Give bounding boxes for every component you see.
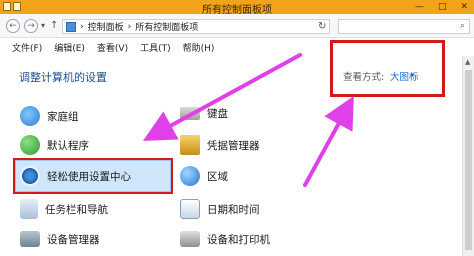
menu-help[interactable]: 帮助(H) [183,41,215,54]
maximize-button[interactable]: □ [438,2,447,12]
item-keyboard[interactable]: 键盘 [180,106,228,121]
homegroup-icon [20,106,40,126]
item-credential-manager[interactable]: 凭据管理器 [180,135,260,155]
item-label: 设备管理器 [47,233,100,246]
item-taskbar-navigation[interactable]: 任务栏和导航 [20,199,108,219]
search-icon: ⌕ [459,21,465,31]
forward-button[interactable]: → [24,19,38,33]
item-label: 日期和时间 [207,203,260,216]
title-bar: 所有控制面板项 — □ ✕ [0,0,474,16]
item-homegroup[interactable]: 家庭组 [20,106,79,126]
scrollbar-thumb[interactable] [465,70,472,250]
address-bar[interactable]: › 控制面板 › 所有控制面板项 [62,19,330,34]
scroll-up-icon[interactable]: ▲ [465,58,470,66]
vertical-scrollbar[interactable]: ▲ [462,56,474,256]
item-devices-printers[interactable]: 设备和打印机 [180,231,270,247]
annotation-box-view-by [330,40,445,97]
window-controls: — □ ✕ [415,2,468,12]
annotation-arrow-to-view-by [303,95,354,187]
item-label: 家庭组 [47,110,79,123]
devices-printers-icon [180,231,200,247]
refresh-button[interactable]: ↻ [318,21,326,32]
item-date-time[interactable]: 日期和时间 [180,199,260,219]
credential-manager-icon [180,135,200,155]
default-programs-icon [20,135,40,155]
menu-edit[interactable]: 编辑(E) [54,41,85,54]
back-button[interactable]: ← [6,19,20,33]
menu-view[interactable]: 查看(V) [97,41,128,54]
item-region[interactable]: 区域 [180,166,228,186]
annotation-box-ease-of-access [13,158,173,194]
item-label: 键盘 [207,108,228,120]
menu-file[interactable]: 文件(F) [12,41,42,54]
keyboard-icon [180,107,200,120]
close-button[interactable]: ✕ [460,2,468,12]
device-manager-icon [20,231,40,247]
breadcrumb-all-items[interactable]: 所有控制面板项 [135,20,198,33]
breadcrumb-control-panel[interactable]: 控制面板 [88,20,124,33]
minimize-button[interactable]: — [415,2,424,12]
search-input[interactable]: ⌕ [338,19,470,34]
taskbar-icon [20,199,38,219]
item-default-programs[interactable]: 默认程序 [20,135,89,155]
region-icon [180,166,200,186]
item-label: 凭据管理器 [207,139,260,152]
item-device-manager[interactable]: 设备管理器 [20,231,100,247]
up-button[interactable]: ↑ [50,20,58,31]
address-row: ← → ▾ ↑ › 控制面板 › 所有控制面板项 ↻ ⌕ [0,14,474,38]
item-label: 区域 [207,170,228,183]
breadcrumb-separator: › [127,21,132,32]
item-label: 设备和打印机 [207,233,270,246]
annotation-arrow-to-item [142,53,302,141]
menu-tools[interactable]: 工具(T) [140,41,171,54]
control-panel-icon [66,21,76,32]
page-title: 调整计算机的设置 [19,71,107,84]
item-label: 任务栏和导航 [45,203,108,216]
item-label: 默认程序 [47,139,89,152]
date-time-icon [180,199,200,219]
breadcrumb-separator: › [80,21,84,32]
recent-locations-dropdown[interactable]: ▾ [41,21,45,30]
